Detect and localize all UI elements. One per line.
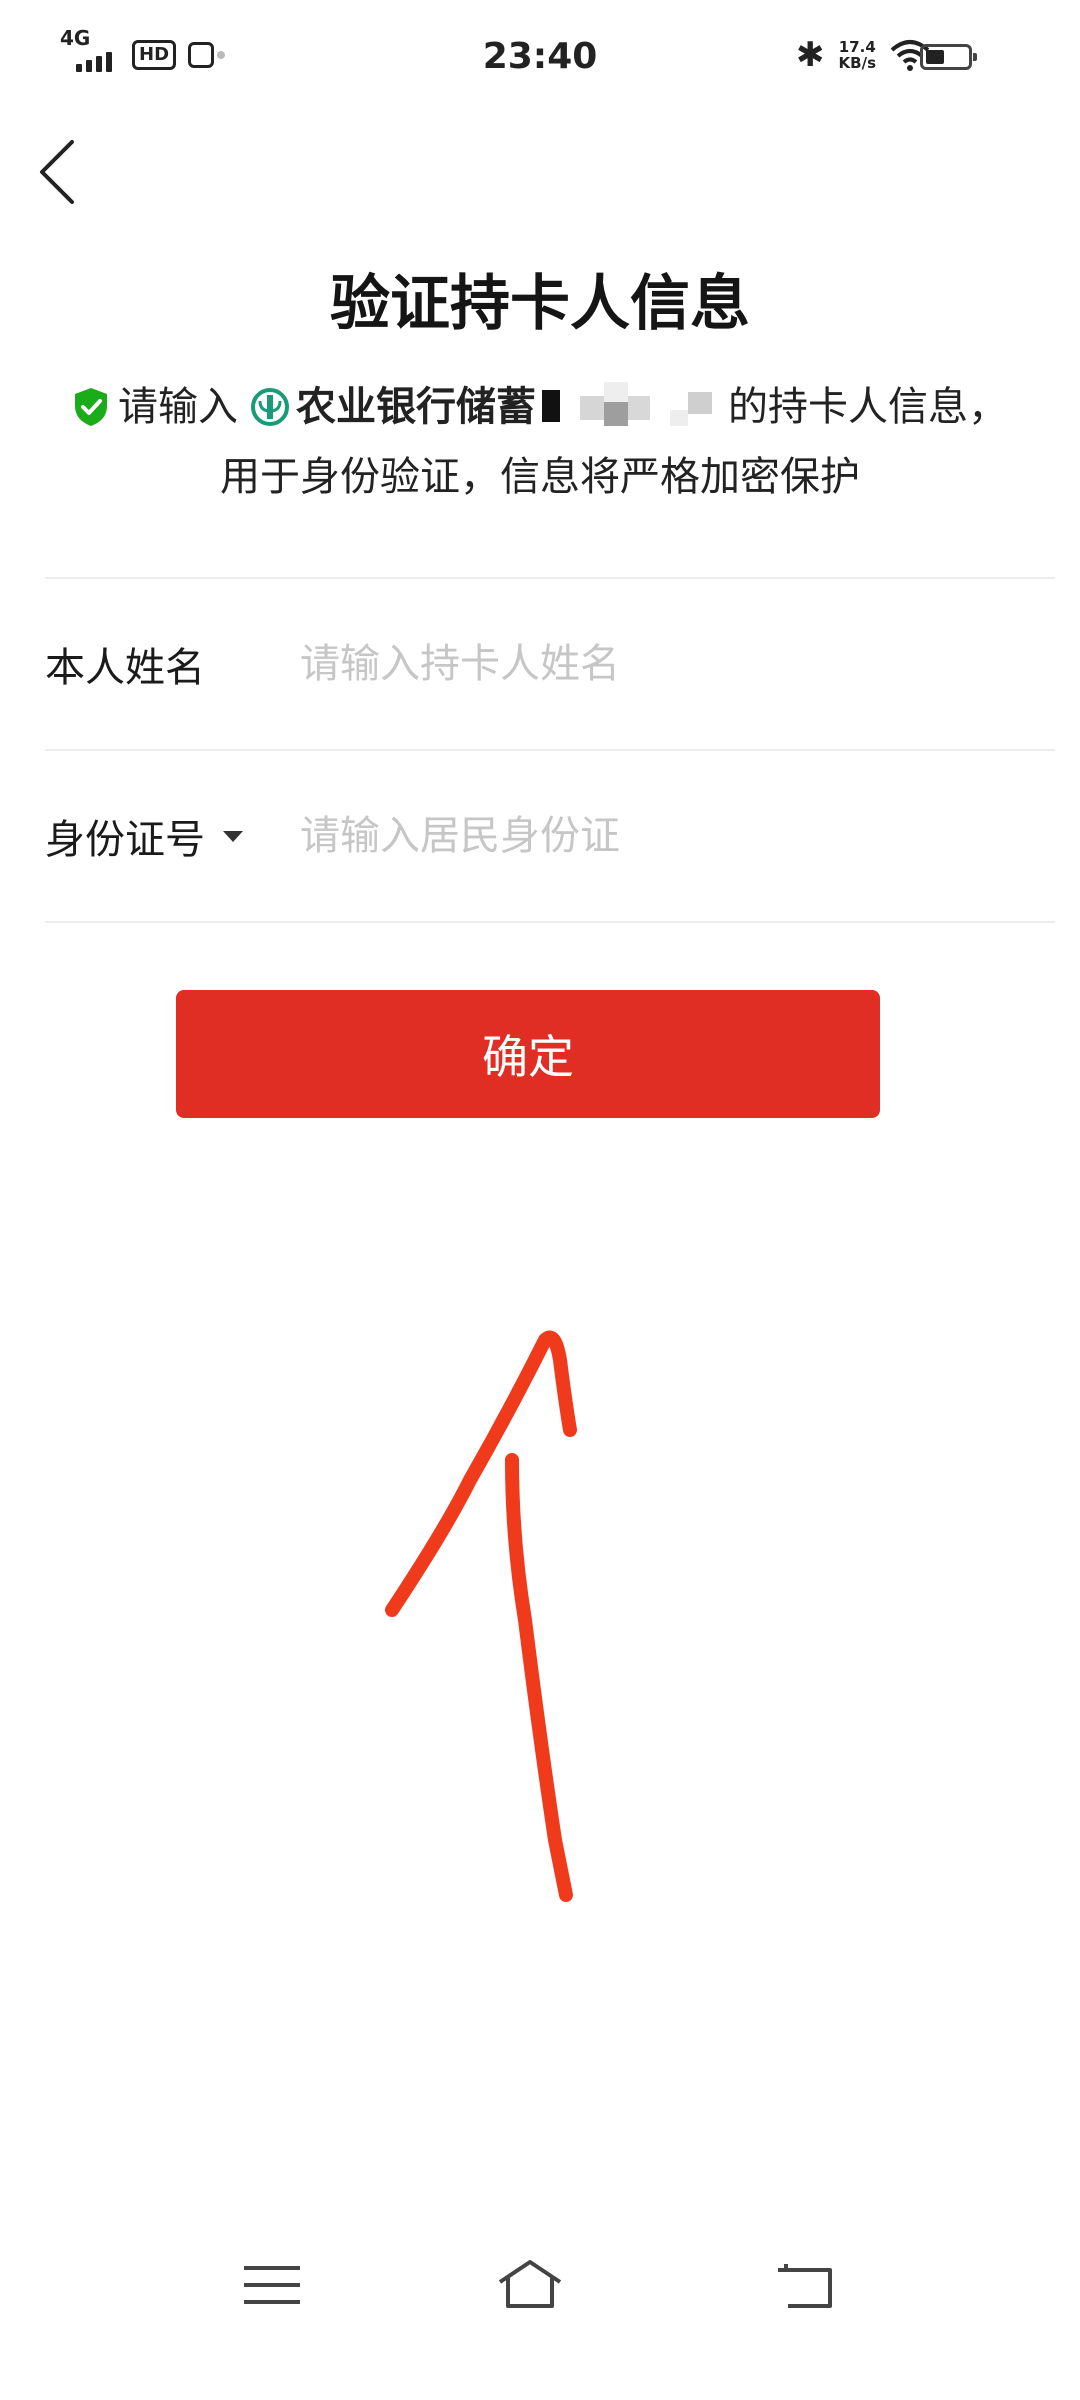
id-number-input[interactable] bbox=[300, 813, 1055, 859]
abc-bank-logo-icon bbox=[251, 388, 289, 426]
back-icon bbox=[778, 2264, 832, 2308]
description-prefix: 请输入 bbox=[118, 384, 238, 430]
id-row: 身份证号 bbox=[45, 751, 1055, 921]
description-line-2: 用于身份验证，信息将严格加密保护 bbox=[220, 454, 860, 500]
status-bar: 4G HD 23:40 ✱ 17.4 KB/s bbox=[0, 0, 1080, 120]
hand-drawn-arrow-icon bbox=[385, 1330, 577, 1902]
chevron-left-icon bbox=[40, 140, 74, 204]
home-icon bbox=[498, 2260, 562, 2308]
description-line-1: 请输入 农业银行储蓄 的持卡人信息， bbox=[0, 372, 1080, 442]
battery-icon bbox=[920, 44, 977, 70]
shield-check-icon bbox=[75, 388, 107, 426]
bank-name: 农业银行储蓄 bbox=[296, 384, 536, 430]
network-speed: 17.4 KB/s bbox=[839, 39, 876, 71]
menu-button[interactable] bbox=[232, 2250, 312, 2320]
caret-down-icon bbox=[223, 830, 243, 842]
name-label: 本人姓名 bbox=[45, 645, 205, 691]
page-title: 验证持卡人信息 bbox=[330, 269, 750, 339]
confirm-button[interactable]: 确定 bbox=[176, 990, 880, 1118]
speed-unit: KB/s bbox=[838, 54, 876, 72]
id-label: 身份证号 bbox=[45, 817, 205, 863]
status-right: ✱ 17.4 KB/s bbox=[796, 38, 930, 72]
name-row: 本人姓名 bbox=[45, 579, 1055, 749]
back-button[interactable] bbox=[30, 130, 90, 210]
divider bbox=[45, 921, 1055, 923]
id-type-selector[interactable]: 身份证号 bbox=[45, 807, 300, 865]
masked-card-number bbox=[542, 382, 722, 432]
speed-value: 17.4 bbox=[838, 38, 876, 56]
name-input[interactable] bbox=[300, 641, 1055, 687]
back-nav-button[interactable] bbox=[766, 2250, 846, 2320]
description-suffix: 的持卡人信息， bbox=[728, 384, 1008, 430]
bluetooth-icon: ✱ bbox=[796, 35, 825, 75]
home-button[interactable] bbox=[490, 2250, 570, 2320]
verification-description: 请输入 农业银行储蓄 的持卡人信息， 用于身份验证，信息将严格加密保护 bbox=[0, 372, 1080, 512]
menu-icon bbox=[244, 2266, 300, 2304]
system-nav-bar bbox=[0, 2230, 1080, 2340]
